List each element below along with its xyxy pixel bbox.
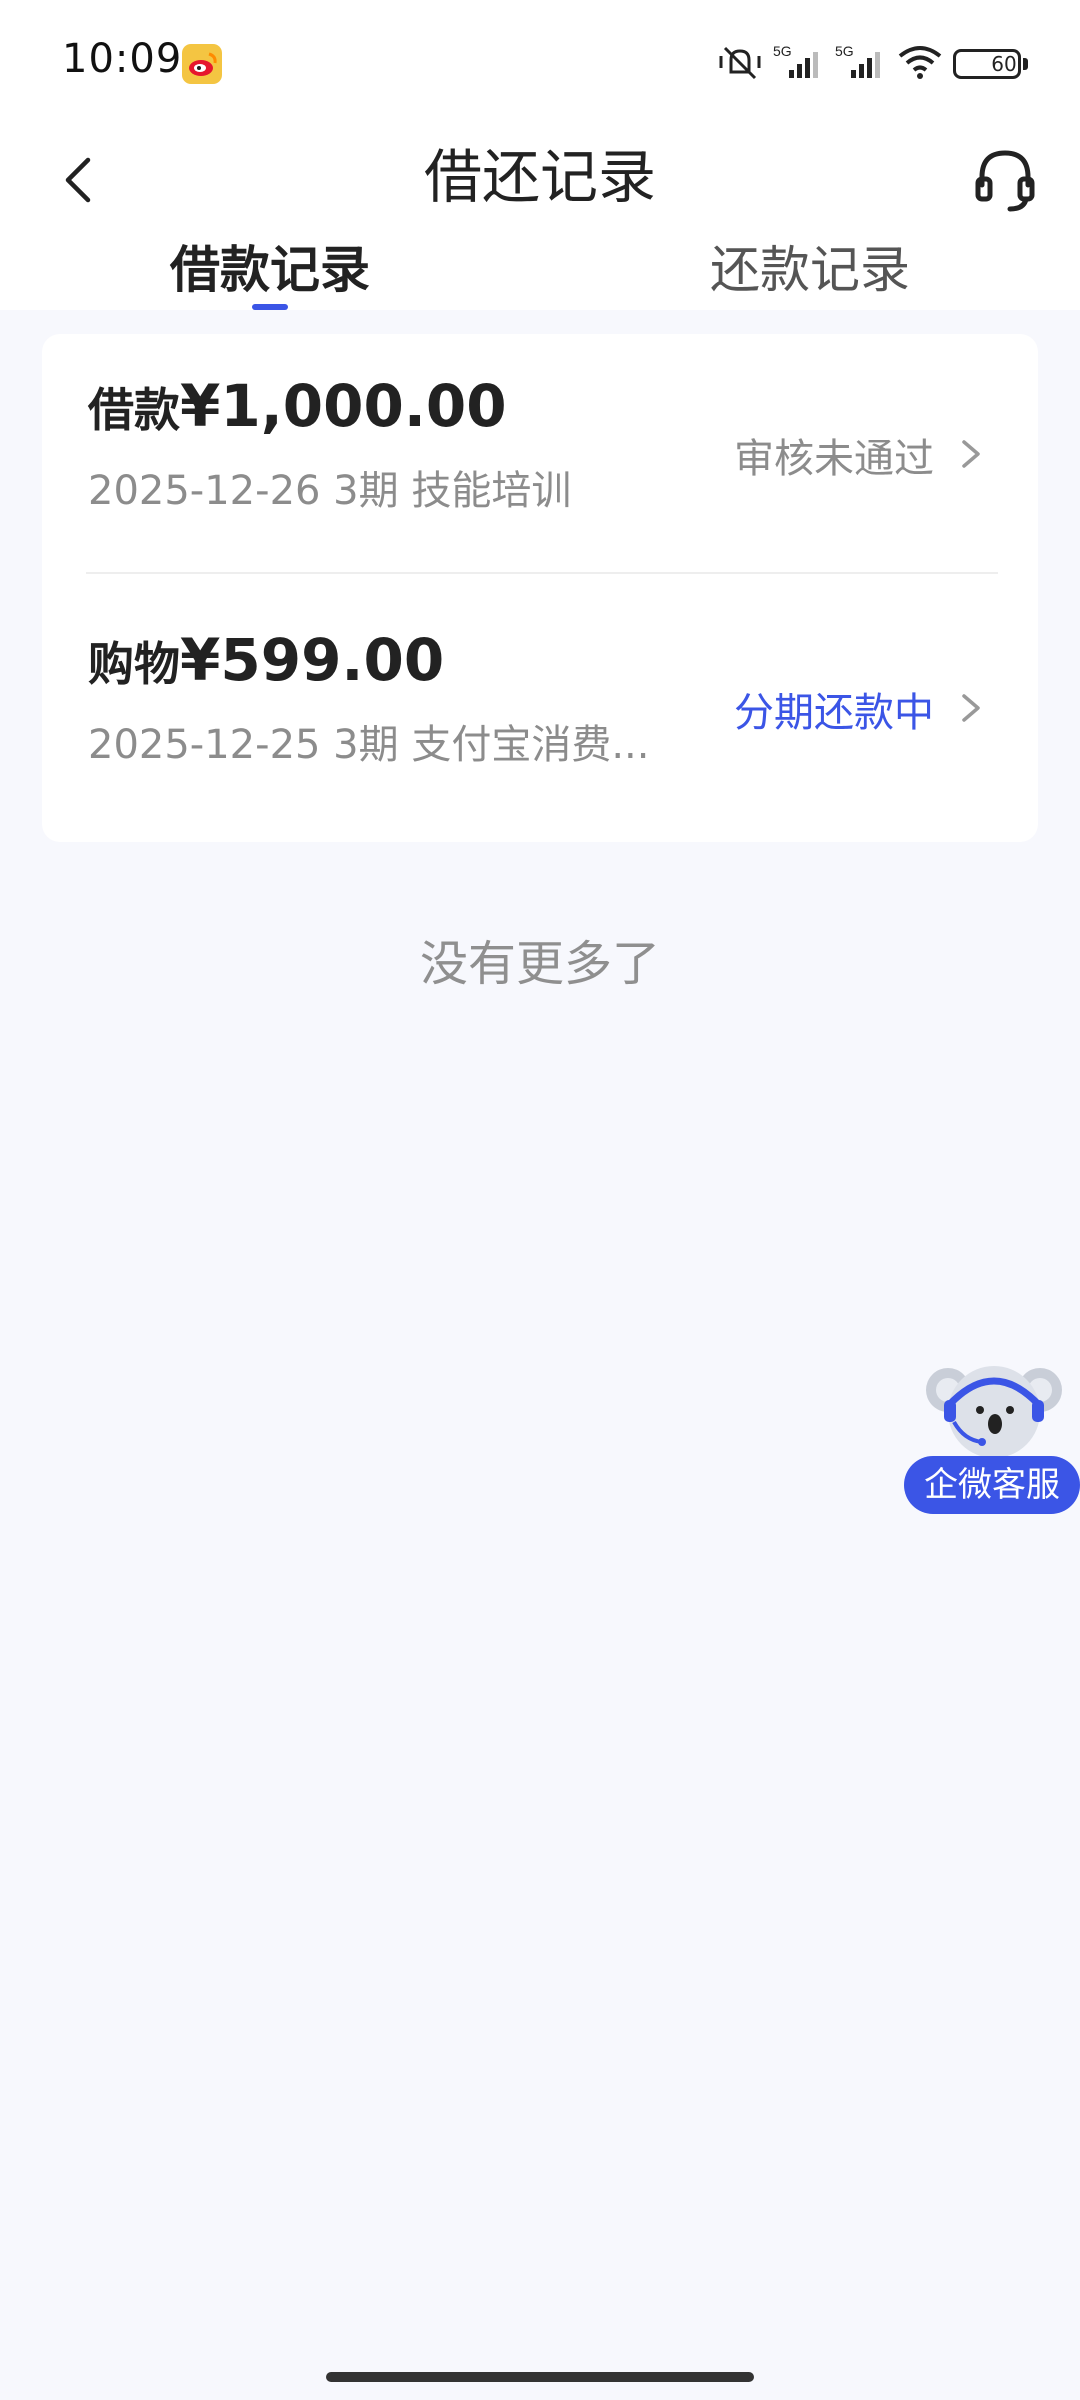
- status-bar: 10:09 5G 5G 60: [0, 0, 1080, 120]
- record-meta: 2025-12-25 3期 支付宝消费...: [88, 722, 650, 768]
- record-type: 借款: [88, 383, 180, 437]
- network-label-2: 5G: [835, 43, 854, 59]
- record-item-loan[interactable]: 借款 ¥1,000.00 2025-12-26 3期 技能培训 审核未通过: [42, 334, 1038, 588]
- chevron-right-icon: [962, 694, 980, 722]
- page-title: 借还记录: [423, 143, 656, 211]
- tab-repayment-records[interactable]: 还款记录: [710, 230, 910, 310]
- status-indicators: 5G 5G 60: [717, 40, 1028, 88]
- signal-5g-icon-1: 5G: [773, 42, 825, 86]
- battery-label: 60: [991, 52, 1017, 76]
- tab-loan-records[interactable]: 借款记录: [170, 230, 370, 310]
- divider: [86, 572, 998, 574]
- network-label-1: 5G: [773, 43, 792, 59]
- record-tabs: 借款记录 还款记录: [0, 230, 1080, 310]
- customer-service-button[interactable]: [970, 138, 1040, 222]
- record-amount: 借款 ¥1,000.00: [88, 372, 507, 440]
- record-type: 购物: [88, 637, 180, 691]
- record-status: 审核未通过: [734, 436, 934, 482]
- home-indicator[interactable]: [326, 2372, 754, 2382]
- record-amount-value: ¥1,000.00: [180, 372, 507, 440]
- battery-tip: [1023, 58, 1028, 70]
- no-more-text: 没有更多了: [419, 936, 660, 992]
- active-tab-indicator: [252, 304, 288, 310]
- mute-vibrate-icon: [717, 42, 763, 86]
- wifi-icon: [897, 42, 943, 86]
- record-meta: 2025-12-26 3期 技能培训: [88, 468, 572, 514]
- headset-icon: [975, 150, 1035, 212]
- records-card: 借款 ¥1,000.00 2025-12-26 3期 技能培训 审核未通过 购物…: [42, 334, 1038, 842]
- battery-icon: 60: [953, 49, 1021, 79]
- record-item-shopping[interactable]: 购物 ¥599.00 2025-12-25 3期 支付宝消费... 分期还款中: [42, 588, 1038, 842]
- status-time: 10:09: [62, 36, 183, 82]
- signal-5g-icon-2: 5G: [835, 42, 887, 86]
- koala-mascot-icon: [926, 1366, 1062, 1458]
- record-status: 分期还款中: [734, 690, 934, 736]
- weibo-icon: [182, 44, 222, 84]
- floating-service-button[interactable]: 企微客服: [904, 1356, 1080, 1516]
- chevron-right-icon: [962, 440, 980, 468]
- record-amount: 购物 ¥599.00: [88, 626, 444, 694]
- service-label: 企微客服: [904, 1456, 1080, 1514]
- record-amount-value: ¥599.00: [180, 626, 445, 694]
